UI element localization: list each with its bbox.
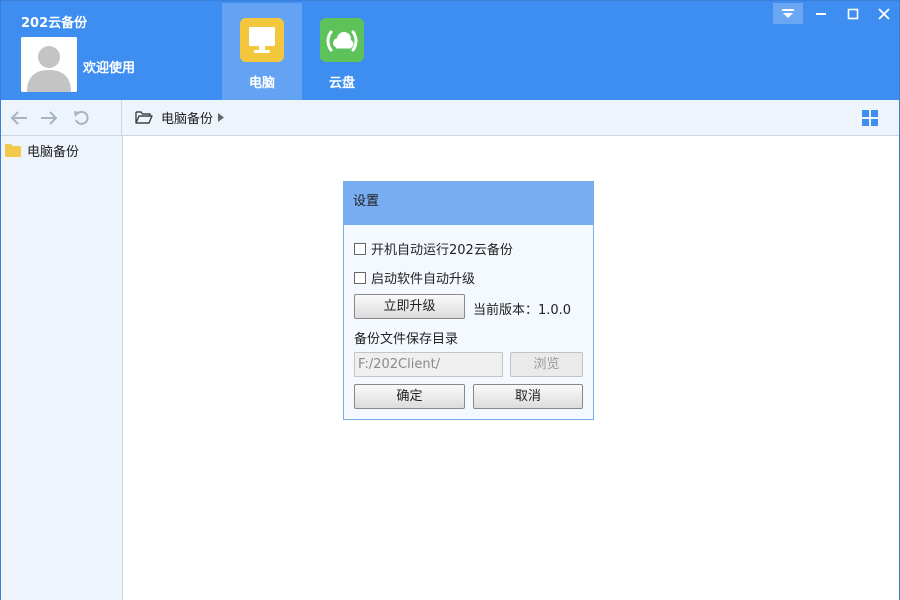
minimize-button[interactable] (806, 3, 836, 24)
backup-dir-input[interactable] (354, 352, 503, 377)
cloud-icon (320, 18, 364, 62)
avatar[interactable] (21, 37, 77, 92)
minimize-icon (816, 12, 826, 15)
breadcrumb: 电脑备份 (135, 100, 225, 135)
autostart-label: 开机自动运行202云备份 (371, 243, 513, 258)
dropdown-menu-icon (782, 8, 794, 18)
browse-button[interactable]: 浏览 (510, 352, 583, 377)
sidebar-item-computer-backup[interactable]: 电脑备份 (5, 141, 80, 160)
ok-button[interactable]: 确定 (354, 384, 465, 409)
tab-computer-label: 电脑 (248, 76, 275, 91)
sidebar-item-label: 电脑备份 (27, 144, 80, 160)
close-icon (878, 7, 890, 20)
autostart-option[interactable]: 开机自动运行202云备份 (354, 239, 513, 258)
monitor-icon (240, 18, 284, 62)
version-text: 当前版本：1.0.0 (473, 303, 572, 318)
breadcrumb-item[interactable]: 电脑备份 (161, 108, 213, 127)
back-arrow-icon (10, 111, 27, 125)
refresh-icon (74, 110, 89, 125)
sidebar: 电脑备份 (1, 136, 123, 600)
back-button[interactable] (8, 108, 30, 128)
dialog-title: 设置 (344, 182, 593, 225)
grid-view-icon[interactable] (861, 109, 879, 127)
chevron-right-icon[interactable] (218, 113, 225, 122)
upgrade-now-button[interactable]: 立即升级 (354, 294, 465, 319)
folder-open-icon (135, 111, 153, 124)
autoupgrade-label: 启动软件自动升级 (371, 272, 476, 287)
cancel-button[interactable]: 取消 (473, 384, 583, 409)
folder-icon (5, 143, 21, 157)
backup-dir-label: 备份文件保存目录 (354, 332, 459, 347)
user-avatar-icon (21, 37, 77, 92)
header: 202云备份 欢迎使用 电脑 云盘 (1, 1, 899, 100)
forward-button[interactable] (38, 108, 60, 128)
app-title: 202云备份 (21, 16, 88, 31)
close-button[interactable] (869, 3, 899, 24)
autoupgrade-option[interactable]: 启动软件自动升级 (354, 268, 475, 287)
dropdown-menu-button[interactable] (773, 3, 803, 24)
refresh-button[interactable] (71, 108, 93, 128)
tab-computer[interactable]: 电脑 (222, 3, 302, 100)
tab-cloud[interactable]: 云盘 (302, 3, 382, 100)
maximize-button[interactable] (838, 3, 868, 24)
forward-arrow-icon (41, 111, 58, 125)
toolbar: 电脑备份 (1, 100, 899, 136)
welcome-text: 欢迎使用 (83, 61, 136, 76)
autostart-checkbox[interactable] (354, 242, 366, 255)
navigation-controls (1, 100, 122, 135)
maximize-icon (847, 8, 859, 19)
autoupgrade-checkbox[interactable] (354, 271, 366, 284)
tab-cloud-label: 云盘 (328, 76, 355, 91)
app-window: 202云备份 欢迎使用 电脑 云盘 电脑备份 电脑备份 设置 开机自动运行202… (0, 0, 900, 600)
settings-dialog: 设置 开机自动运行202云备份 启动软件自动升级 立即升级 当前版本：1.0.0… (343, 181, 594, 420)
